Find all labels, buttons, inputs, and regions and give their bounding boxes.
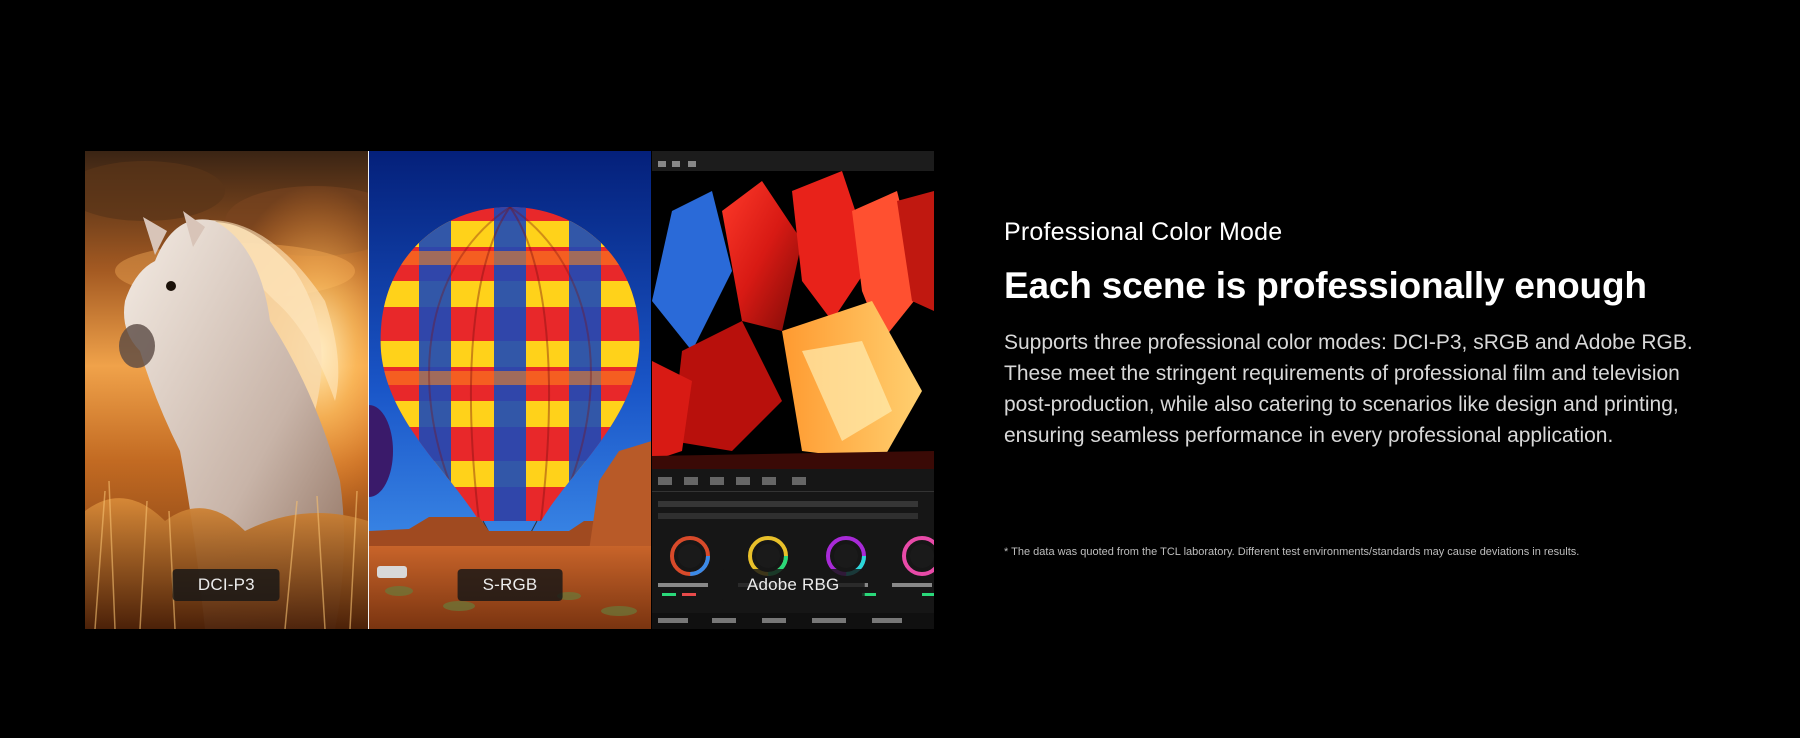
s-rgb-panel: S-RGB [368,151,652,629]
dci-p3-label: DCI-P3 [172,569,280,601]
s-rgb-label: S-RGB [457,569,563,601]
section-eyebrow: Professional Color Mode [1004,218,1283,246]
feature-description: Professional Color Mode Each scene is pr… [1004,218,1704,451]
color-grading-screen-image [652,151,934,629]
color-mode-gallery: DCI-P3 S-RGB Adobe RBG [85,151,934,629]
section-body: Supports three professional color modes:… [1004,331,1693,447]
balloon-image [368,151,652,629]
dci-p3-panel: DCI-P3 [85,151,368,629]
section-headline: Each scene is professionally enough [1004,265,1647,306]
footnote: * The data was quoted from the TCL labor… [1004,546,1580,558]
adobe-rgb-label: Adobe RBG [721,569,865,601]
horse-image [85,151,368,629]
adobe-rgb-panel: Adobe RBG [652,151,934,629]
